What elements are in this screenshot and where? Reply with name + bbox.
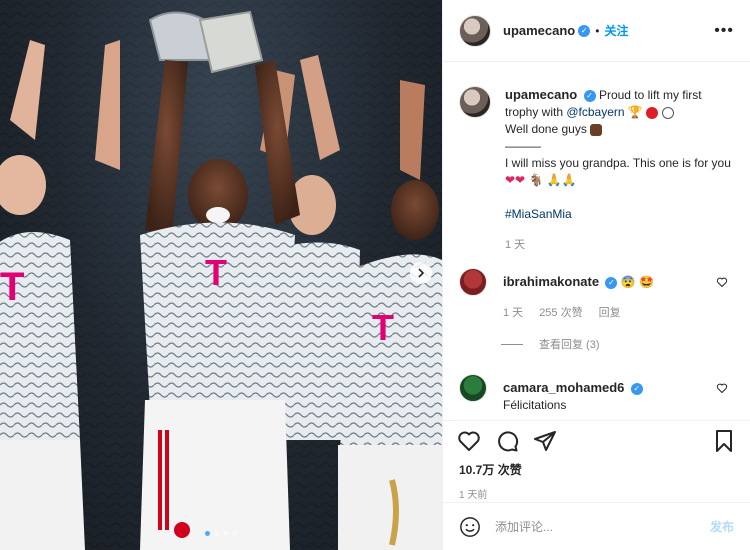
share-icon[interactable] (533, 429, 557, 453)
trophy-emoji-icon: 🏆 (627, 105, 643, 119)
hashtag-link[interactable]: #MiaSanMia (505, 207, 572, 221)
commenter-username[interactable]: ibrahimakonate (503, 274, 599, 289)
muscle-emoji-icon (590, 123, 603, 136)
verified-badge-icon: ✓ (578, 24, 591, 37)
post-time: 1 天前 (459, 490, 488, 501)
follow-button[interactable]: 关注 (604, 22, 628, 39)
caption-line-2: Well done guys (505, 122, 587, 136)
like-comment-heart-icon[interactable] (716, 382, 728, 394)
post-actions: 10.7万 次赞 1 天前 (443, 420, 750, 501)
caption-avatar[interactable] (459, 86, 491, 118)
like-count[interactable]: 10.7万 次赞 (457, 457, 736, 478)
view-replies-button[interactable]: 查看回复 (3) (501, 336, 734, 352)
heart-emoji-icon: ❤❤ (505, 173, 526, 187)
chevron-right-icon (418, 268, 425, 278)
post-header: upamecano ✓ • 关注 ••• (443, 0, 750, 62)
comment-item: ibrahimakonate ✓ 😨 🤩 1 天 255 次赞 回复 (459, 268, 734, 322)
comment-time: 1 天 (503, 307, 524, 319)
commenter-avatar[interactable] (459, 268, 487, 296)
post-photo[interactable]: T T T (0, 0, 442, 550)
heart-icon[interactable] (457, 429, 481, 453)
author-avatar[interactable] (459, 14, 491, 47)
carousel-dot (232, 531, 237, 536)
comment-text: Félicitations (503, 398, 567, 412)
goat-emoji-icon: 🐐 (528, 173, 544, 187)
svg-text:T: T (372, 307, 394, 348)
bookmark-icon[interactable] (712, 429, 736, 453)
verified-badge-icon: ✓ (630, 382, 643, 395)
more-icon[interactable]: ••• (714, 22, 734, 40)
caption-divider: ——— (505, 139, 541, 153)
separator-dot: • (595, 23, 600, 38)
comment-input[interactable] (495, 519, 710, 534)
star-struck-emoji-icon: 🤩 (639, 275, 655, 289)
carousel-dot (223, 531, 228, 536)
praying-hands-emoji-icon: 🙏🙏 (546, 173, 577, 187)
view-replies-label: 查看回复 (3) (539, 339, 600, 351)
verified-badge-icon: ✓ (605, 276, 618, 289)
caption: upamecano ✓ Proud to lift my first troph… (459, 86, 734, 254)
celebration-photo: T T T (0, 0, 442, 550)
carousel-dot (214, 531, 219, 536)
caption-line-3: I will miss you grandpa. This one is for… (505, 156, 731, 170)
comment-likes[interactable]: 255 次赞 (539, 305, 582, 322)
commenter-avatar[interactable] (459, 374, 487, 402)
carousel-dot (205, 531, 210, 536)
emoji-icon[interactable] (459, 516, 481, 538)
caption-username[interactable]: upamecano (505, 87, 577, 102)
comments-list[interactable]: upamecano ✓ Proud to lift my first troph… (443, 62, 750, 422)
comment-item: camara_mohamed6 ✓ Félicitations (459, 374, 734, 414)
cold-face-emoji-icon: 😨 (620, 275, 636, 289)
svg-text:T: T (205, 252, 227, 293)
carousel-dots (0, 531, 442, 536)
next-photo-button[interactable] (410, 262, 432, 284)
add-comment-bar: 发布 (443, 502, 750, 550)
mention-link[interactable]: @fcbayern (566, 105, 624, 119)
like-comment-heart-icon[interactable] (716, 276, 728, 288)
red-circle-emoji-icon (646, 106, 659, 119)
post-comment-button[interactable]: 发布 (710, 518, 734, 535)
author-username[interactable]: upamecano (503, 23, 575, 38)
commenter-username[interactable]: camara_mohamed6 (503, 380, 624, 395)
replies-line (501, 343, 523, 345)
verified-badge-icon: ✓ (583, 89, 596, 102)
svg-text:T: T (0, 265, 24, 309)
post-side-panel: upamecano ✓ • 关注 ••• upamecano ✓ Proud t… (442, 0, 750, 550)
reply-button[interactable]: 回复 (599, 305, 621, 322)
white-circle-emoji-icon (661, 106, 674, 119)
caption-time: 1 天 (505, 239, 526, 251)
comment-icon[interactable] (495, 429, 519, 453)
